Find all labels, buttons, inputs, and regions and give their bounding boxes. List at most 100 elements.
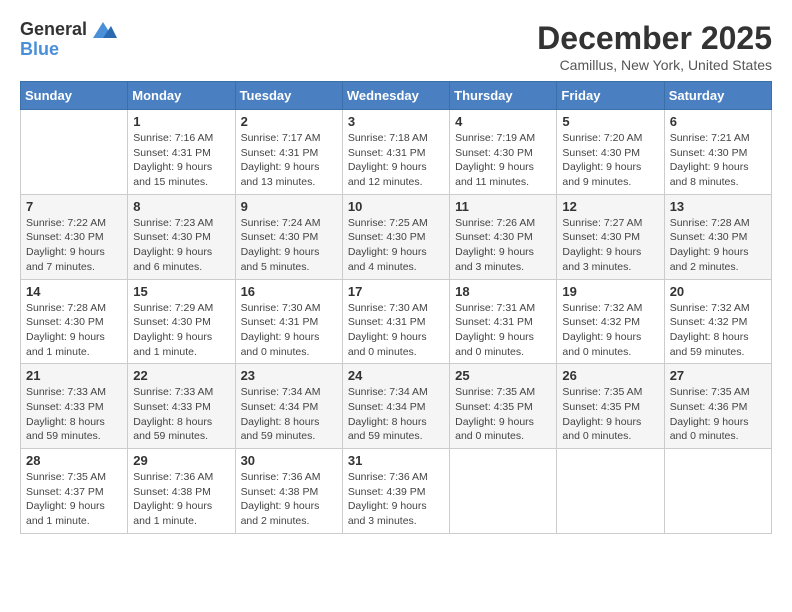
day-number: 26	[562, 368, 658, 383]
calendar-cell: 7 Sunrise: 7:22 AMSunset: 4:30 PMDaylight…	[21, 194, 128, 279]
day-number: 24	[348, 368, 444, 383]
calendar-cell: 31 Sunrise: 7:36 AMSunset: 4:39 PMDayligh…	[342, 449, 449, 534]
calendar-cell: 9 Sunrise: 7:24 AMSunset: 4:30 PMDaylight…	[235, 194, 342, 279]
day-info: Sunrise: 7:28 AMSunset: 4:30 PMDaylight:…	[670, 216, 766, 275]
calendar-cell: 5 Sunrise: 7:20 AMSunset: 4:30 PMDaylight…	[557, 110, 664, 195]
day-number: 16	[241, 284, 337, 299]
day-number: 27	[670, 368, 766, 383]
calendar-cell: 4 Sunrise: 7:19 AMSunset: 4:30 PMDaylight…	[450, 110, 557, 195]
day-number: 25	[455, 368, 551, 383]
day-number: 3	[348, 114, 444, 129]
day-number: 21	[26, 368, 122, 383]
day-number: 8	[133, 199, 229, 214]
calendar-cell: 27 Sunrise: 7:35 AMSunset: 4:36 PMDayligh…	[664, 364, 771, 449]
calendar-cell: 29 Sunrise: 7:36 AMSunset: 4:38 PMDayligh…	[128, 449, 235, 534]
day-info: Sunrise: 7:20 AMSunset: 4:30 PMDaylight:…	[562, 131, 658, 190]
calendar-cell: 6 Sunrise: 7:21 AMSunset: 4:30 PMDaylight…	[664, 110, 771, 195]
day-number: 9	[241, 199, 337, 214]
day-number: 22	[133, 368, 229, 383]
col-header-thursday: Thursday	[450, 82, 557, 110]
day-info: Sunrise: 7:36 AMSunset: 4:39 PMDaylight:…	[348, 470, 444, 529]
day-info: Sunrise: 7:26 AMSunset: 4:30 PMDaylight:…	[455, 216, 551, 275]
calendar-cell: 10Sunrise: 7:25 AMSunset: 4:30 PMDayligh…	[342, 194, 449, 279]
day-info: Sunrise: 7:35 AMSunset: 4:35 PMDaylight:…	[455, 385, 551, 444]
day-info: Sunrise: 7:30 AMSunset: 4:31 PMDaylight:…	[241, 301, 337, 360]
calendar-cell: 8 Sunrise: 7:23 AMSunset: 4:30 PMDaylight…	[128, 194, 235, 279]
col-header-monday: Monday	[128, 82, 235, 110]
logo: General Blue	[20, 20, 117, 60]
day-number: 14	[26, 284, 122, 299]
day-number: 18	[455, 284, 551, 299]
day-info: Sunrise: 7:28 AMSunset: 4:30 PMDaylight:…	[26, 301, 122, 360]
calendar-cell: 14 Sunrise: 7:28 AMSunset: 4:30 PMDayligh…	[21, 279, 128, 364]
calendar-cell: 1Sunrise: 7:16 AMSunset: 4:31 PMDaylight…	[128, 110, 235, 195]
day-info: Sunrise: 7:24 AMSunset: 4:30 PMDaylight:…	[241, 216, 337, 275]
day-number: 17	[348, 284, 444, 299]
title-section: December 2025 Camillus, New York, United…	[537, 20, 772, 73]
calendar-cell: 15 Sunrise: 7:29 AMSunset: 4:30 PMDayligh…	[128, 279, 235, 364]
day-number: 28	[26, 453, 122, 468]
day-info: Sunrise: 7:17 AMSunset: 4:31 PMDaylight:…	[241, 131, 337, 190]
calendar-table: SundayMondayTuesdayWednesdayThursdayFrid…	[20, 81, 772, 534]
day-info: Sunrise: 7:25 AMSunset: 4:30 PMDaylight:…	[348, 216, 444, 275]
day-info: Sunrise: 7:18 AMSunset: 4:31 PMDaylight:…	[348, 131, 444, 190]
day-number: 4	[455, 114, 551, 129]
day-info: Sunrise: 7:23 AMSunset: 4:30 PMDaylight:…	[133, 216, 229, 275]
day-info: Sunrise: 7:33 AMSunset: 4:33 PMDaylight:…	[133, 385, 229, 444]
day-info: Sunrise: 7:36 AMSunset: 4:38 PMDaylight:…	[241, 470, 337, 529]
day-number: 5	[562, 114, 658, 129]
calendar-cell: 12 Sunrise: 7:27 AMSunset: 4:30 PMDayligh…	[557, 194, 664, 279]
calendar-cell	[21, 110, 128, 195]
calendar-cell	[557, 449, 664, 534]
calendar-cell: 16 Sunrise: 7:30 AMSunset: 4:31 PMDayligh…	[235, 279, 342, 364]
calendar-cell: 22 Sunrise: 7:33 AMSunset: 4:33 PMDayligh…	[128, 364, 235, 449]
day-info: Sunrise: 7:32 AMSunset: 4:32 PMDaylight:…	[670, 301, 766, 360]
day-number: 1	[133, 114, 229, 129]
day-number: 2	[241, 114, 337, 129]
calendar-cell: 17 Sunrise: 7:30 AMSunset: 4:31 PMDayligh…	[342, 279, 449, 364]
day-info: Sunrise: 7:35 AMSunset: 4:36 PMDaylight:…	[670, 385, 766, 444]
calendar-cell: 25 Sunrise: 7:35 AMSunset: 4:35 PMDayligh…	[450, 364, 557, 449]
day-number: 29	[133, 453, 229, 468]
day-info: Sunrise: 7:34 AMSunset: 4:34 PMDaylight:…	[241, 385, 337, 444]
calendar-cell: 26 Sunrise: 7:35 AMSunset: 4:35 PMDayligh…	[557, 364, 664, 449]
logo-icon	[89, 20, 117, 40]
logo-text: General	[20, 20, 117, 40]
day-number: 15	[133, 284, 229, 299]
day-number: 31	[348, 453, 444, 468]
day-info: Sunrise: 7:34 AMSunset: 4:34 PMDaylight:…	[348, 385, 444, 444]
day-number: 12	[562, 199, 658, 214]
calendar-cell: 30 Sunrise: 7:36 AMSunset: 4:38 PMDayligh…	[235, 449, 342, 534]
day-number: 19	[562, 284, 658, 299]
day-info: Sunrise: 7:22 AMSunset: 4:30 PMDaylight:…	[26, 216, 122, 275]
calendar-cell: 28 Sunrise: 7:35 AMSunset: 4:37 PMDayligh…	[21, 449, 128, 534]
day-number: 23	[241, 368, 337, 383]
col-header-friday: Friday	[557, 82, 664, 110]
calendar-cell: 23 Sunrise: 7:34 AMSunset: 4:34 PMDayligh…	[235, 364, 342, 449]
calendar-cell	[664, 449, 771, 534]
month-title: December 2025	[537, 20, 772, 57]
day-info: Sunrise: 7:32 AMSunset: 4:32 PMDaylight:…	[562, 301, 658, 360]
calendar-cell: 24 Sunrise: 7:34 AMSunset: 4:34 PMDayligh…	[342, 364, 449, 449]
logo-blue: Blue	[20, 40, 117, 60]
day-info: Sunrise: 7:27 AMSunset: 4:30 PMDaylight:…	[562, 216, 658, 275]
calendar-cell	[450, 449, 557, 534]
col-header-sunday: Sunday	[21, 82, 128, 110]
day-info: Sunrise: 7:21 AMSunset: 4:30 PMDaylight:…	[670, 131, 766, 190]
day-info: Sunrise: 7:36 AMSunset: 4:38 PMDaylight:…	[133, 470, 229, 529]
day-number: 6	[670, 114, 766, 129]
calendar-cell: 19 Sunrise: 7:32 AMSunset: 4:32 PMDayligh…	[557, 279, 664, 364]
day-info: Sunrise: 7:33 AMSunset: 4:33 PMDaylight:…	[26, 385, 122, 444]
day-info: Sunrise: 7:30 AMSunset: 4:31 PMDaylight:…	[348, 301, 444, 360]
day-number: 30	[241, 453, 337, 468]
calendar-cell: 2 Sunrise: 7:17 AMSunset: 4:31 PMDaylight…	[235, 110, 342, 195]
calendar-cell: 13Sunrise: 7:28 AMSunset: 4:30 PMDayligh…	[664, 194, 771, 279]
page-header: General Blue December 2025 Camillus, New…	[20, 20, 772, 73]
day-number: 7	[26, 199, 122, 214]
day-info: Sunrise: 7:35 AMSunset: 4:37 PMDaylight:…	[26, 470, 122, 529]
day-info: Sunrise: 7:35 AMSunset: 4:35 PMDaylight:…	[562, 385, 658, 444]
day-info: Sunrise: 7:29 AMSunset: 4:30 PMDaylight:…	[133, 301, 229, 360]
col-header-saturday: Saturday	[664, 82, 771, 110]
day-info: Sunrise: 7:19 AMSunset: 4:30 PMDaylight:…	[455, 131, 551, 190]
day-number: 20	[670, 284, 766, 299]
